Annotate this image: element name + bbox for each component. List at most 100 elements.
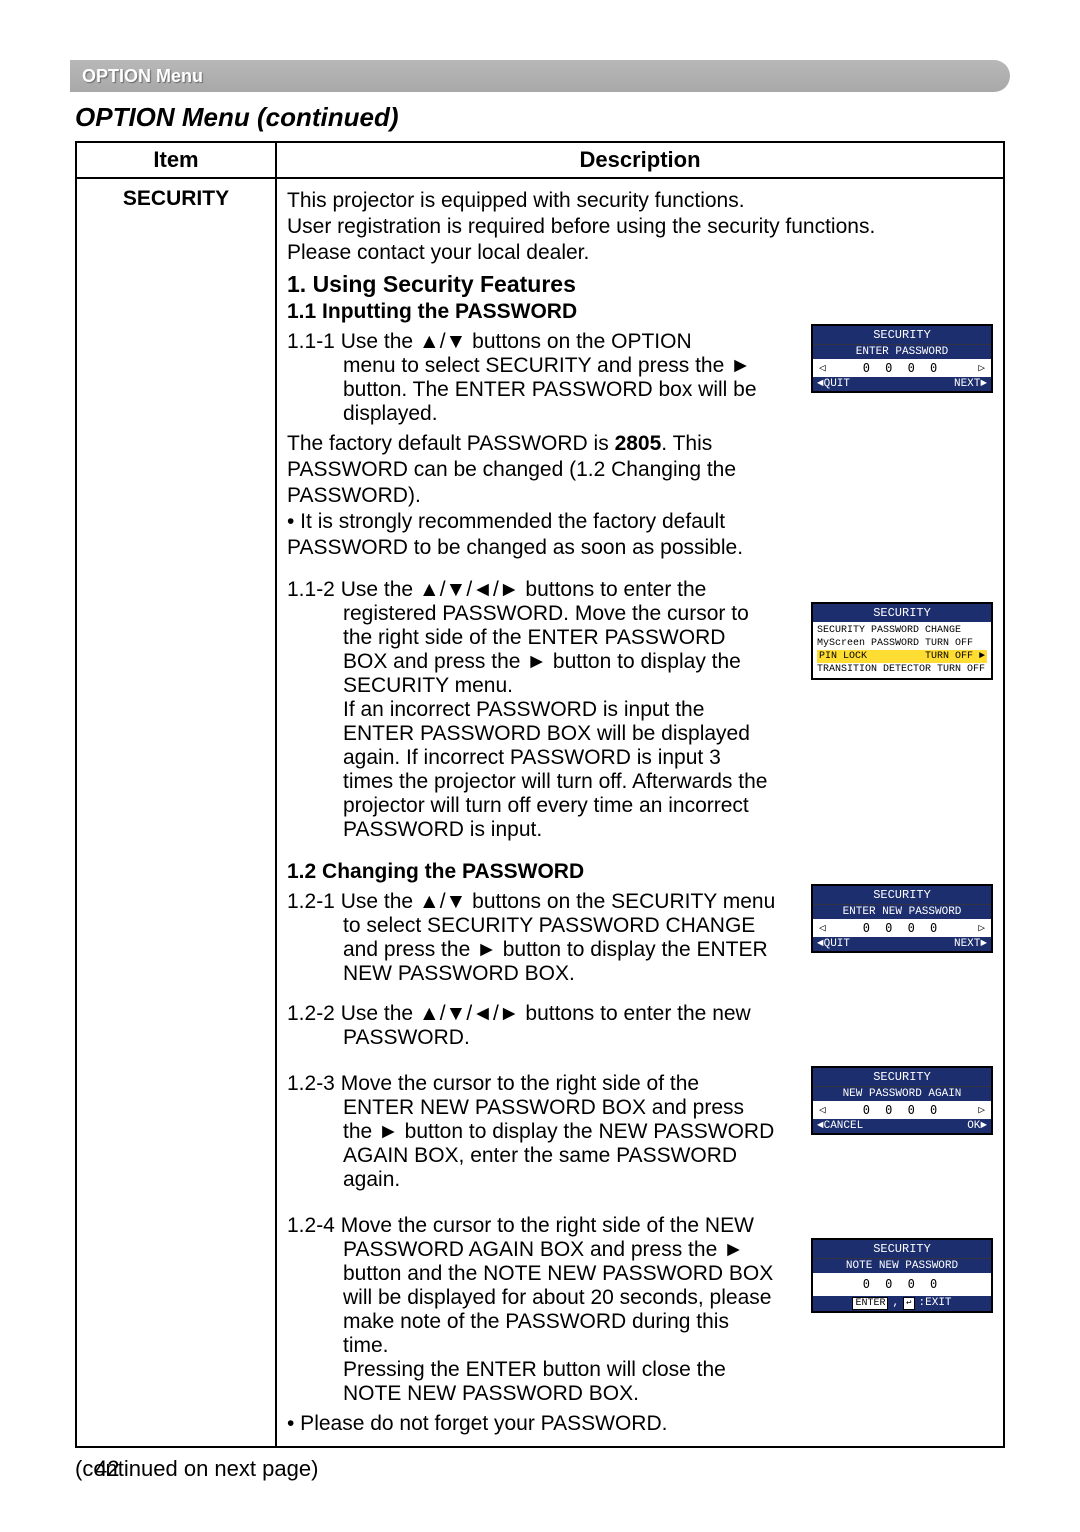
osd-row: TRANSITION DETECTOR TURN OFF — [817, 663, 987, 676]
col-description: Description — [276, 142, 1004, 178]
right-arrow-icon: ▷ — [978, 361, 985, 375]
heading-1-2: 1.2 Changing the PASSWORD — [287, 860, 993, 884]
osd-digits: 0 0 0 0 — [863, 1103, 942, 1117]
osd-ok: OK► — [967, 1120, 987, 1132]
enter-key-icon: ENTER — [852, 1297, 888, 1310]
step-text: PASSWORD. — [287, 1026, 801, 1050]
osd-note-new-password: SECURITY NOTE NEW PASSWORD 0 0 0 0 ENTER… — [811, 1238, 993, 1313]
step-text: ENTER PASSWORD BOX will be displayed — [287, 722, 801, 746]
step-text: AGAIN BOX, enter the same PASSWORD — [287, 1144, 801, 1168]
step-text: the right side of the ENTER PASSWORD — [287, 626, 801, 650]
step-text: displayed. — [287, 402, 801, 426]
osd-digits: 0 0 0 0 — [863, 361, 942, 375]
step-text: Use the ▲/▼/◄/► buttons to enter the — [341, 578, 707, 601]
block-121: 1.2-1 Use the ▲/▼ buttons on the SECURIT… — [287, 884, 993, 1056]
heading-1-1: 1.1 Inputting the PASSWORD — [287, 300, 993, 324]
step-num: 1.2-1 — [287, 890, 335, 913]
osd-row-highlight: PIN LOCK TURN OFF ► — [817, 650, 987, 663]
step-text: the ► button to display the NEW PASSWORD — [287, 1120, 801, 1144]
osd-cancel: ◄CANCEL — [817, 1120, 863, 1132]
step-text: button. The ENTER PASSWORD box will be — [287, 378, 801, 402]
main-table: Item Description SECURITY This projector… — [75, 141, 1005, 1448]
comma: , — [892, 1297, 899, 1310]
right-arrow-icon: ▷ — [978, 1103, 985, 1117]
step-text: projector will turn off every time an in… — [287, 794, 801, 818]
intro-3: Please contact your local dealer. — [287, 241, 993, 265]
osd-digits: 0 0 0 0 — [863, 921, 942, 935]
header-bar: OPTION Menu — [70, 60, 1010, 92]
block-124: 1.2-4 Move the cursor to the right side … — [287, 1208, 993, 1438]
step-text: make note of the PASSWORD during this — [287, 1310, 801, 1334]
default-pw-3: PASSWORD). — [287, 484, 801, 508]
step-text: and press the ► button to display the EN… — [287, 938, 801, 962]
osd-next: NEXT► — [954, 378, 987, 390]
reset-key-icon: ↩ — [903, 1297, 914, 1310]
left-arrow-icon: ◁ — [819, 1103, 826, 1117]
step-text: again. — [287, 1168, 801, 1192]
bullet-1: • It is strongly recommended the factory… — [287, 510, 801, 534]
block-123: 1.2-3 Move the cursor to the right side … — [287, 1066, 993, 1198]
osd-quit: ◄QUIT — [817, 938, 850, 950]
step-text: Move the cursor to the right side of the… — [341, 1214, 754, 1237]
osd-sub: NEW PASSWORD AGAIN — [813, 1086, 991, 1101]
header-bar-label: OPTION Menu — [82, 66, 203, 86]
osd-exit: :EXIT — [919, 1297, 952, 1310]
page-subtitle: OPTION Menu (continued) — [75, 102, 1005, 133]
step-text: ENTER NEW PASSWORD BOX and press — [287, 1096, 801, 1120]
default-pw-1: The factory default PASSWORD is — [287, 432, 615, 455]
osd-pinlock: PIN LOCK — [819, 650, 867, 663]
osd-title: SECURITY — [813, 1240, 991, 1258]
item-security: SECURITY — [76, 178, 276, 1447]
heading-1: 1. Using Security Features — [287, 271, 993, 298]
step-num: 1.1-1 — [287, 330, 335, 353]
step-text: again. If incorrect PASSWORD is input 3 — [287, 746, 801, 770]
osd-row: MyScreen PASSWORD TURN OFF — [817, 637, 987, 650]
default-pw-bold: 2805 — [615, 432, 662, 455]
step-text: time. — [287, 1334, 801, 1358]
step-text: Use the ▲/▼ buttons on the SECURITY menu — [341, 890, 776, 913]
osd-turnoff: TURN OFF ► — [925, 650, 985, 663]
intro-1: This projector is equipped with security… — [287, 189, 993, 213]
osd-security-menu: SECURITY SECURITY PASSWORD CHANGE MyScre… — [811, 602, 993, 680]
col-item: Item — [76, 142, 276, 178]
osd-digits: 0 0 0 0 — [863, 1277, 942, 1291]
osd-sub: NOTE NEW PASSWORD — [813, 1258, 991, 1273]
left-arrow-icon: ◁ — [819, 361, 826, 375]
osd-title: SECURITY — [813, 1068, 991, 1086]
step-text: SECURITY menu. — [287, 674, 801, 698]
step-text: Move the cursor to the right side of the — [341, 1072, 699, 1095]
left-arrow-icon: ◁ — [819, 921, 826, 935]
default-pw-1b: . This — [661, 432, 712, 455]
osd-sub: ENTER NEW PASSWORD — [813, 904, 991, 919]
step-text: NEW PASSWORD BOX. — [287, 962, 801, 986]
step-num: 1.2-2 — [287, 1002, 335, 1025]
step-text: NOTE NEW PASSWORD BOX. — [287, 1382, 801, 1406]
osd-sub: ENTER PASSWORD — [813, 344, 991, 359]
continued-text: (continued on next page) — [75, 1456, 1005, 1482]
osd-enter-password: SECURITY ENTER PASSWORD ◁ 0 0 0 0 ▷ ◄QUI… — [811, 324, 993, 393]
osd-next: NEXT► — [954, 938, 987, 950]
step-text: will be displayed for about 20 seconds, … — [287, 1286, 801, 1310]
osd-row: SECURITY PASSWORD CHANGE — [817, 624, 987, 637]
step-text: Use the ▲/▼/◄/► buttons to enter the new — [341, 1002, 751, 1025]
step-text: PASSWORD is input. — [287, 818, 801, 842]
osd-quit: ◄QUIT — [817, 378, 850, 390]
step-text: to select SECURITY PASSWORD CHANGE — [287, 914, 801, 938]
step-text: menu to select SECURITY and press the ► — [287, 354, 801, 378]
step-text: Pressing the ENTER button will close the — [287, 1358, 801, 1382]
osd-new-password-again: SECURITY NEW PASSWORD AGAIN ◁ 0 0 0 0 ▷ … — [811, 1066, 993, 1135]
right-arrow-icon: ▷ — [978, 921, 985, 935]
block-111: 1.1-1 Use the ▲/▼ buttons on the OPTION … — [287, 324, 993, 562]
step-text: Use the ▲/▼ buttons on the OPTION — [341, 330, 692, 353]
bullet-2: PASSWORD to be changed as soon as possib… — [287, 536, 801, 560]
description-cell: This projector is equipped with security… — [276, 178, 1004, 1447]
osd-title: SECURITY — [813, 604, 991, 622]
step-text: PASSWORD AGAIN BOX and press the ► — [287, 1238, 801, 1262]
step-num: 1.2-3 — [287, 1072, 335, 1095]
osd-title: SECURITY — [813, 326, 991, 344]
step-num: 1.2-4 — [287, 1214, 335, 1237]
page-number: 42 — [95, 1456, 119, 1482]
step-num: 1.1-2 — [287, 578, 335, 601]
block-112: 1.1-2 Use the ▲/▼/◄/► buttons to enter t… — [287, 572, 993, 848]
step-text: BOX and press the ► button to display th… — [287, 650, 801, 674]
